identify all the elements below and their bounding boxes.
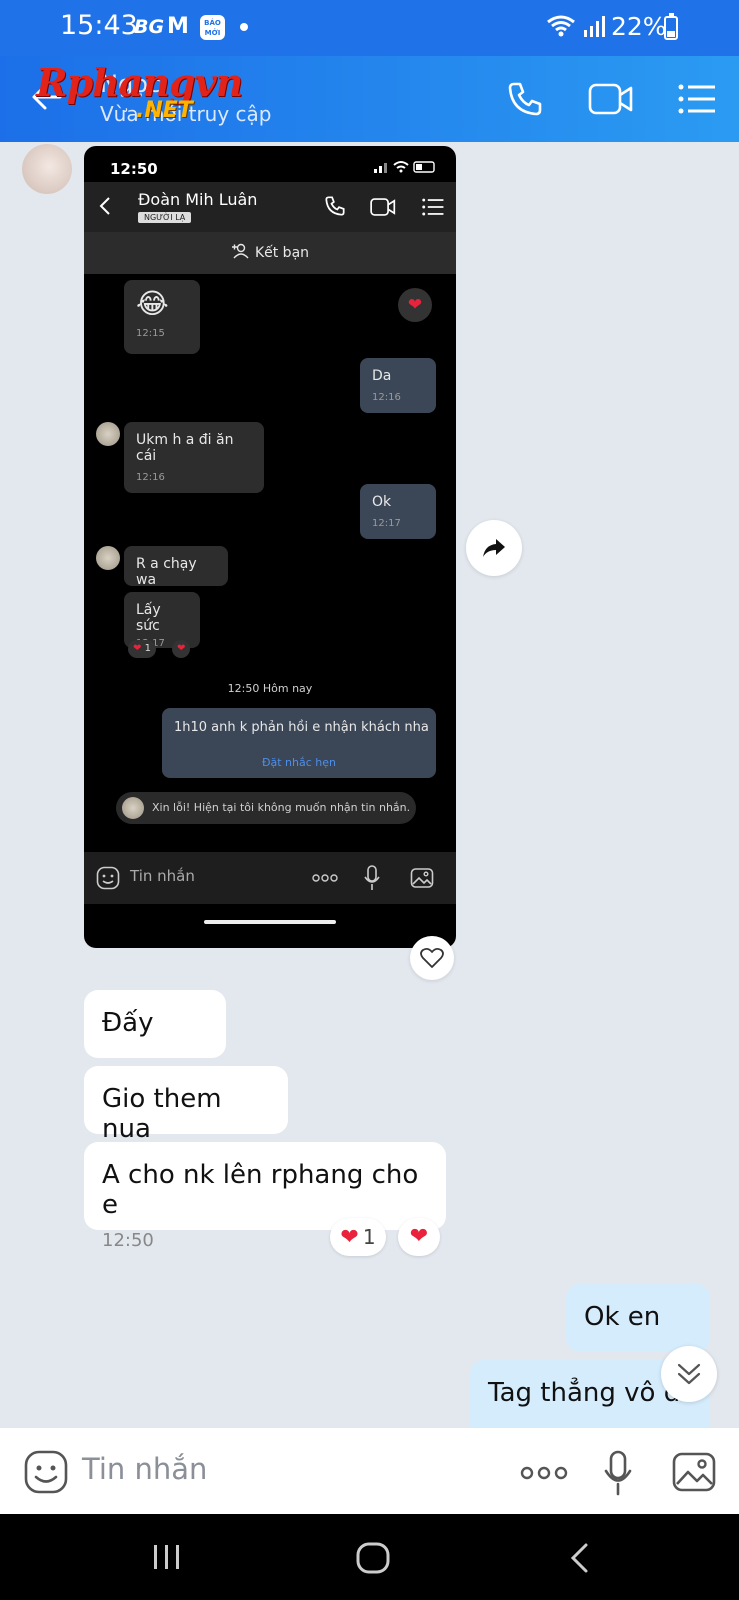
ss-message-time: 12:15 [136, 328, 165, 339]
ss-add-friend-bar: Kết bạn [84, 232, 456, 274]
incoming-message[interactable]: Đấy [84, 990, 226, 1058]
ss-avatar [96, 422, 120, 446]
ss-home-indicator [204, 920, 336, 924]
ss-heart-reaction-icon: ❤ [398, 288, 432, 322]
ss-add-friend-label: Kết bạn [254, 245, 310, 261]
ss-message-text: Da [372, 368, 392, 384]
ss-system-text: Xin lỗi! Hiện tại tôi không muốn nhận ti… [152, 801, 411, 814]
ss-reaction-count: ❤ 1 [128, 640, 156, 658]
chevron-left-icon [99, 197, 110, 215]
ss-message-time: 12:16 [136, 472, 165, 483]
notification-dot-icon [240, 23, 248, 31]
ss-menu-icon [422, 198, 444, 216]
carrier-badge: BG [134, 16, 165, 38]
microphone-icon[interactable] [604, 1450, 632, 1496]
ss-mic-icon [364, 865, 380, 890]
ss-message-text: R a chạy wa [136, 556, 197, 588]
status-bar: 15:43 BG M BÁO MỚI 22% [0, 0, 739, 56]
ss-message-time: 12:16 [372, 392, 401, 403]
incoming-message[interactable]: Gio them nua [84, 1066, 288, 1144]
battery-icon [664, 13, 678, 40]
gmail-notification-icon: M [167, 14, 189, 39]
like-button[interactable] [410, 936, 454, 980]
ss-message-text: 😂 [136, 287, 169, 320]
ss-message: Ok 12:17 [360, 484, 436, 539]
ss-message: R a chạy wa [124, 546, 228, 588]
ss-reminder-link: Đặt nhắc hẹn [261, 756, 336, 769]
heart-icon[interactable]: ❤ [398, 1218, 440, 1256]
reaction-count-badge[interactable]: ❤ 1 [330, 1218, 386, 1256]
ss-message-text: Ok [372, 494, 392, 510]
add-person-icon [231, 243, 249, 259]
home-icon[interactable] [356, 1542, 390, 1574]
ss-emoji-icon [96, 866, 120, 890]
ss-message-time: 12:17 [372, 518, 401, 529]
battery-percent: 22% [611, 12, 667, 41]
ss-avatar [122, 797, 144, 819]
ss-stranger-tag: NGƯỜI LẠ [138, 212, 192, 223]
message-text: A cho nk lên rphang cho e [102, 1160, 419, 1220]
ss-reminder-message: 1h10 anh k phản hồi e nhận khách nha Đặt… [162, 708, 436, 778]
message-text: Ok en [584, 1302, 661, 1332]
ss-chat-header: Đoàn Mih Luân NGƯỜI LẠ [84, 182, 456, 232]
shared-screenshot-image[interactable]: 12:50 Đoàn Mih Luân NGƯỜI LẠ Kết bạn 😂 1… [84, 146, 456, 948]
ss-heart-icon: ❤ [172, 640, 191, 658]
ss-status-time: 12:50 [110, 160, 158, 178]
outgoing-message[interactable]: Ok en [566, 1284, 710, 1352]
ss-reminder-text: 1h10 anh k phản hồi e nhận khách nha [174, 720, 429, 735]
ss-message-text: Ukm h a đi ăn cái [136, 432, 234, 464]
recents-icon[interactable] [152, 1544, 182, 1570]
baomoi-notification-icon: BÁO MỚI [200, 15, 225, 40]
back-chevron-icon[interactable] [568, 1542, 590, 1574]
ss-input-placeholder: Tin nhắn [130, 867, 195, 885]
menu-list-icon[interactable] [678, 84, 716, 114]
video-camera-icon[interactable] [588, 82, 634, 116]
wifi-icon [547, 15, 575, 37]
scroll-to-bottom-button[interactable] [661, 1346, 717, 1402]
ss-message: 😂 12:15 [124, 280, 200, 354]
phone-icon[interactable] [506, 80, 544, 118]
heart-outline-icon [420, 947, 444, 968]
message-text: Đấy [102, 1008, 154, 1038]
ss-more-icon [312, 874, 338, 882]
ss-input-bar: Tin nhắn [84, 852, 456, 904]
ss-message: Ukm h a đi ăn cái 12:16 [124, 422, 264, 493]
message-input-bar: Tin nhắn [0, 1428, 739, 1514]
ss-date-divider: 12:50 Hôm nay [227, 682, 313, 695]
message-input[interactable]: Tin nhắn [82, 1452, 207, 1486]
emoji-sticker-icon[interactable] [24, 1450, 68, 1494]
ss-status-icons [374, 161, 435, 173]
ss-message-text: Lấy sức [136, 602, 161, 634]
watermark-suffix: .NET [136, 98, 193, 123]
status-time: 15:43 [60, 10, 138, 41]
ss-avatar [96, 546, 120, 570]
message-text: Gio them nua [102, 1084, 222, 1144]
ss-image-icon [410, 868, 434, 888]
signal-icon [584, 16, 605, 37]
ss-contact-name: Đoàn Mih Luân [138, 190, 258, 209]
ss-phone-icon [325, 196, 345, 216]
chat-header: Ngọc Vừa mới truy cập Rphangvn .NET [0, 56, 739, 142]
double-chevron-down-icon [677, 1363, 701, 1385]
incoming-message[interactable]: A cho nk lên rphang cho e 12:50 [84, 1142, 446, 1251]
more-dots-icon[interactable] [520, 1466, 568, 1480]
share-forward-icon [483, 539, 505, 557]
system-nav-bar [0, 1514, 739, 1600]
ss-message: Da 12:16 [360, 358, 436, 413]
forward-button[interactable] [466, 520, 522, 576]
ss-system-message: Xin lỗi! Hiện tại tôi không muốn nhận ti… [116, 792, 416, 824]
avatar[interactable] [22, 144, 72, 194]
image-icon[interactable] [672, 1452, 716, 1492]
ss-video-icon [370, 198, 396, 216]
